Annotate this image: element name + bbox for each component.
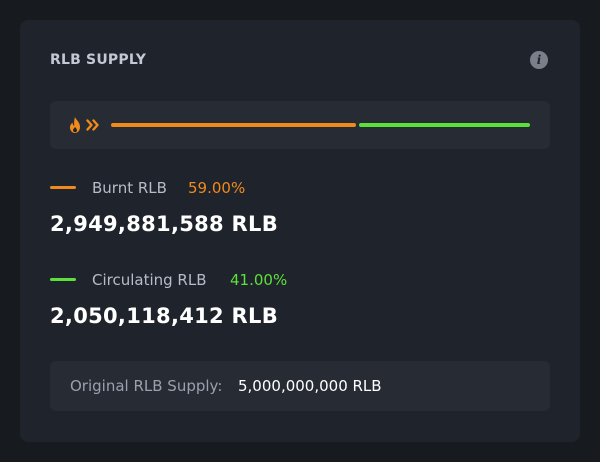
burnt-percent: 59.00% <box>188 179 246 197</box>
burnt-legend-line <box>50 186 76 189</box>
rlb-supply-card: RLB SUPPLY i Burnt RLB 59.00% 2,949,881,… <box>20 20 580 442</box>
circulating-legend-line <box>50 278 76 281</box>
burnt-amount: 2,949,881,588 RLB <box>50 212 279 236</box>
double-chevron-right-icon <box>86 119 99 131</box>
burnt-segment <box>111 123 356 127</box>
original-supply-panel: Original RLB Supply: 5,000,000,000 RLB <box>50 361 550 411</box>
info-icon[interactable]: i <box>530 51 548 69</box>
original-supply-value: 5,000,000,000 RLB <box>238 377 382 395</box>
original-supply-label: Original RLB Supply: <box>70 377 223 395</box>
supply-progress-panel <box>50 101 550 149</box>
supply-progress-bar <box>111 123 530 127</box>
burnt-label: Burnt RLB <box>92 179 167 197</box>
flame-icon <box>70 117 80 133</box>
circulating-segment <box>359 123 530 127</box>
card-title: RLB SUPPLY <box>50 52 147 68</box>
circulating-percent: 41.00% <box>230 271 288 289</box>
circulating-amount: 2,050,118,412 RLB <box>50 304 279 328</box>
circulating-label: Circulating RLB <box>92 271 207 289</box>
